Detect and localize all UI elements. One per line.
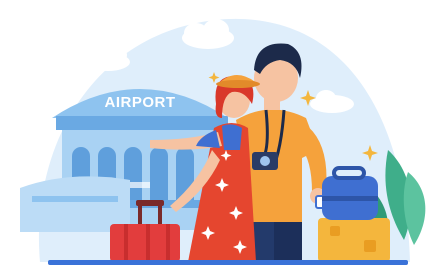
- airport-sign: AIRPORT: [105, 94, 176, 111]
- cloud-icon: [12, 76, 68, 102]
- cloud-icon: [182, 19, 234, 49]
- airport-travel-illustration: AIRPORT: [12, 18, 426, 265]
- ground-line: [48, 260, 408, 265]
- terminal-wing: [20, 176, 130, 232]
- cloud-icon: [86, 46, 130, 71]
